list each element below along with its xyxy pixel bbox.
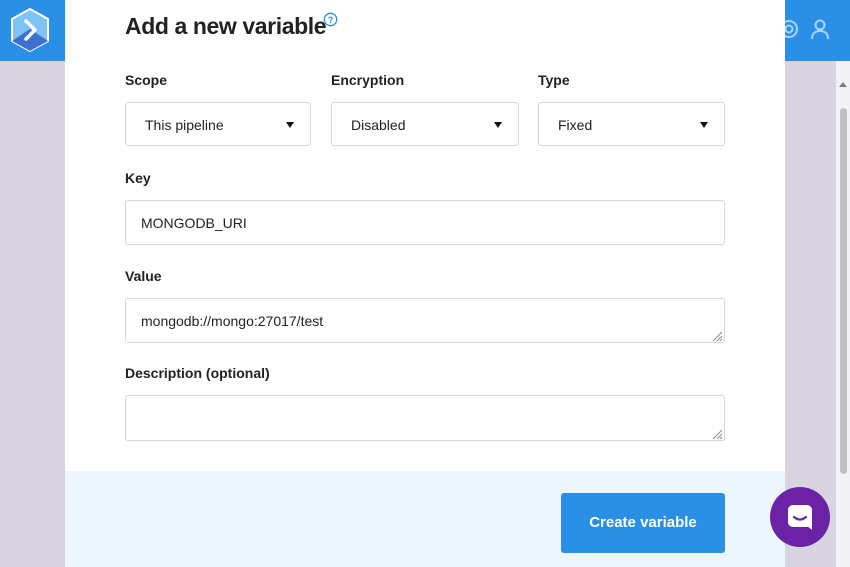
value-textarea[interactable]: mongodb://mongo:27017/test xyxy=(125,298,725,343)
modal-footer: Create variable xyxy=(65,471,785,567)
description-label: Description (optional) xyxy=(125,365,270,381)
key-input-value: MONGODB_URI xyxy=(141,215,247,231)
resize-grip-icon[interactable] xyxy=(711,329,723,342)
chevron-down-icon xyxy=(700,122,708,128)
scope-select[interactable]: This pipeline xyxy=(125,102,311,146)
scroll-up-arrow-icon[interactable] xyxy=(839,82,847,87)
value-label: Value xyxy=(125,268,162,284)
key-label: Key xyxy=(125,170,151,186)
scope-label: Scope xyxy=(125,72,168,88)
encryption-label: Encryption xyxy=(331,72,405,88)
key-input[interactable]: MONGODB_URI xyxy=(125,200,725,245)
scrollbar-thumb[interactable] xyxy=(840,108,847,474)
help-icon[interactable]: ? xyxy=(323,12,338,27)
type-select-value: Fixed xyxy=(558,117,593,133)
encryption-select-value: Disabled xyxy=(351,117,406,133)
close-icon[interactable] xyxy=(747,0,767,6)
create-variable-button[interactable]: Create variable xyxy=(561,493,725,553)
value-textarea-value: mongodb://mongo:27017/test xyxy=(141,313,324,329)
type-label: Type xyxy=(538,72,570,88)
modal-title: Add a new variable xyxy=(125,13,327,39)
chat-icon xyxy=(785,502,815,532)
chevron-down-icon xyxy=(286,122,294,128)
scope-select-value: This pipeline xyxy=(145,117,224,133)
type-select[interactable]: Fixed xyxy=(538,102,725,146)
app-logo-icon[interactable] xyxy=(8,7,52,53)
user-icon[interactable] xyxy=(809,18,831,40)
add-variable-modal: Add a new variable ? Scope Encryption Ty… xyxy=(65,0,785,567)
encryption-select[interactable]: Disabled xyxy=(331,102,519,146)
chat-launcher-button[interactable] xyxy=(770,487,830,547)
resize-grip-icon[interactable] xyxy=(711,427,723,440)
description-textarea[interactable] xyxy=(125,395,725,441)
chevron-down-icon xyxy=(494,122,502,128)
svg-text:?: ? xyxy=(328,15,334,25)
